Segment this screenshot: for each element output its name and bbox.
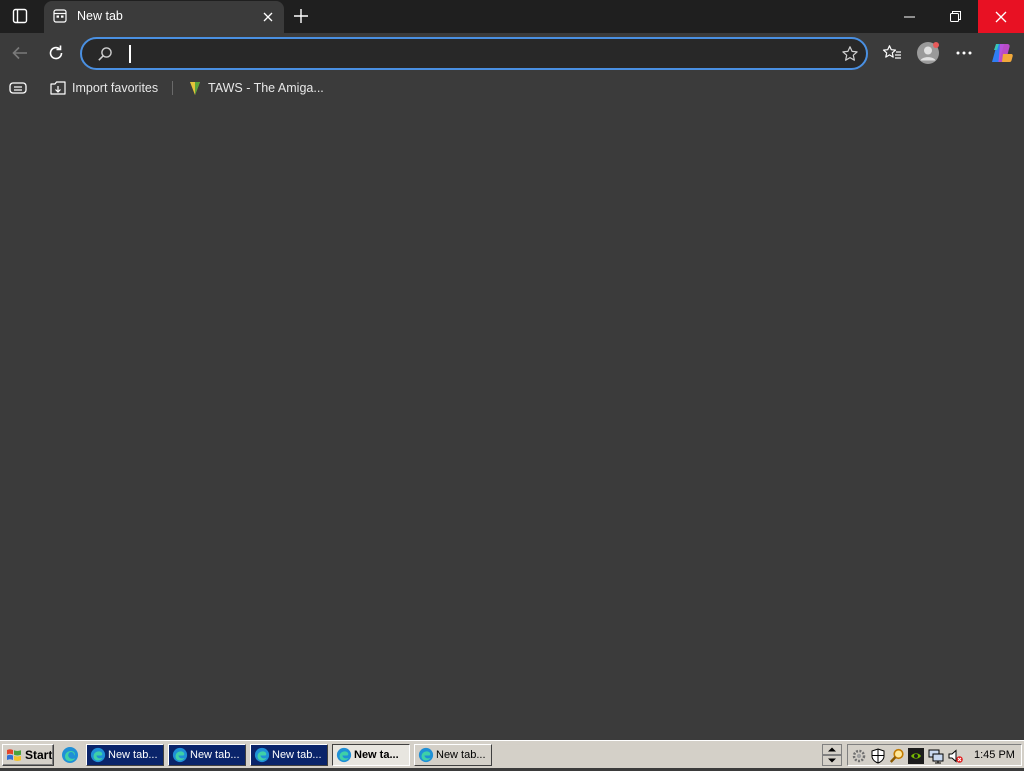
reading-list-icon[interactable] — [9, 78, 27, 98]
settings-gear-icon[interactable] — [851, 748, 867, 764]
page-content[interactable] — [0, 103, 1024, 740]
taskbar-item[interactable]: New tab... — [414, 744, 492, 766]
edge-icon[interactable] — [61, 746, 79, 764]
star-icon[interactable] — [840, 44, 860, 64]
profile-avatar-icon[interactable] — [915, 40, 941, 66]
taskbar: Start New tab... New tab... New tab... N… — [0, 740, 1024, 768]
edge-icon — [90, 747, 106, 763]
text-caret — [129, 45, 131, 63]
browser-titlebar: New tab — [0, 0, 1024, 33]
taskbar-item-label: New tab... — [190, 749, 240, 761]
browser-toolbar — [0, 33, 1024, 73]
shield-icon[interactable] — [870, 748, 886, 764]
taskbar-item-label: New tab... — [272, 749, 322, 761]
network-icon[interactable] — [928, 748, 944, 764]
edge-icon — [418, 747, 434, 763]
taskbar-item[interactable]: New tab... — [168, 744, 246, 766]
volume-muted-icon[interactable] — [947, 748, 963, 764]
close-icon[interactable] — [260, 9, 276, 25]
close-icon — [995, 11, 1007, 22]
search-icon — [97, 46, 113, 62]
import-favorites-icon — [49, 80, 67, 96]
address-input[interactable] — [126, 43, 826, 65]
favorites-bar-item-import[interactable]: Import favorites — [49, 78, 158, 98]
taskbar-item-label: New tab... — [436, 749, 486, 761]
restore-icon[interactable] — [932, 0, 978, 33]
edge-icon — [254, 747, 270, 763]
taskbar-item-active[interactable]: New ta... — [332, 744, 410, 766]
tab-title: New tab — [77, 9, 123, 23]
tab-actions-icon[interactable] — [8, 5, 32, 27]
favorites-bar-separator — [172, 81, 173, 95]
start-label: Start — [25, 748, 53, 762]
back-arrow-icon[interactable] — [7, 40, 33, 66]
nvidia-icon[interactable] — [908, 748, 924, 764]
minimize-icon[interactable] — [886, 0, 932, 33]
newtab-page-icon — [53, 9, 67, 23]
favorites-bar: Import favorites TAWS - The Amiga... — [0, 73, 1024, 103]
taws-site-icon — [188, 80, 202, 96]
favorites-bar-item-label: TAWS - The Amiga... — [208, 81, 324, 95]
edge-icon — [336, 747, 352, 763]
taskbar-scroll-arrows[interactable] — [822, 744, 842, 766]
address-bar[interactable] — [80, 37, 868, 70]
taskbar-item[interactable]: New tab... — [86, 744, 164, 766]
window-close-button[interactable] — [978, 0, 1024, 33]
tab-new-tab[interactable]: New tab — [44, 1, 284, 33]
taskbar-item-label: New tab... — [108, 749, 158, 761]
search-magnifier-icon[interactable] — [889, 748, 905, 764]
favorites-bar-item-taws[interactable]: TAWS - The Amiga... — [188, 78, 324, 98]
edge-icon — [172, 747, 188, 763]
favorites-bar-item-label: Import favorites — [72, 81, 159, 95]
refresh-icon[interactable] — [43, 40, 69, 66]
copilot-icon[interactable] — [989, 40, 1015, 66]
taskbar-item-label: New ta... — [354, 749, 399, 761]
taskbar-clock: 1:45 PM — [974, 749, 1015, 761]
system-tray: 1:45 PM — [847, 744, 1022, 766]
more-icon[interactable] — [951, 40, 977, 66]
windows-logo-icon — [7, 749, 21, 761]
plus-icon[interactable] — [289, 4, 313, 28]
taskbar-item[interactable]: New tab... — [250, 744, 328, 766]
start-button[interactable]: Start — [2, 744, 54, 766]
favorites-icon[interactable] — [879, 40, 905, 66]
